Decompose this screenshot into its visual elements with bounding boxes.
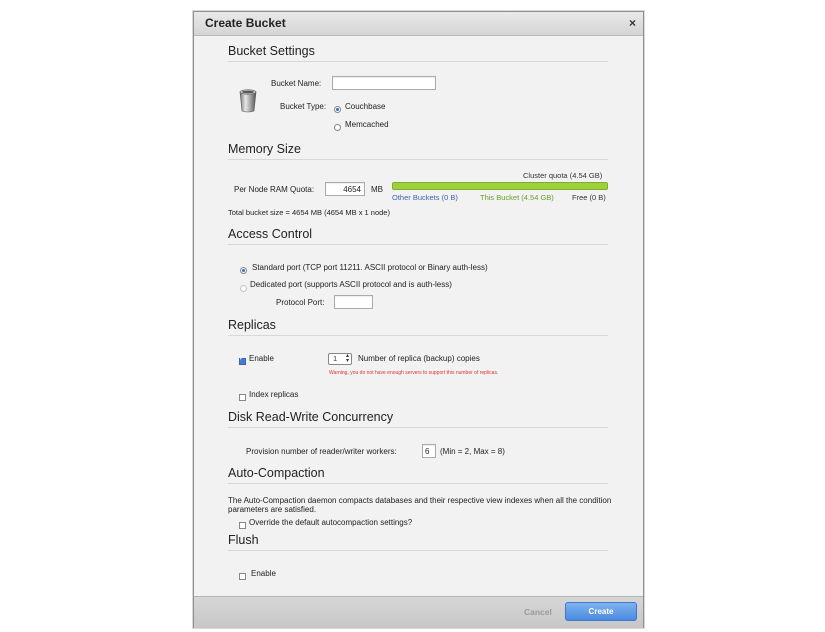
index-replicas-checkbox[interactable] — [239, 394, 246, 401]
ram-quota-input[interactable] — [325, 182, 365, 196]
create-button[interactable]: Create — [565, 602, 637, 621]
other-buckets-label: Other Buckets (0 B) — [392, 193, 458, 202]
replica-warning: Warning, you do not have enough servers … — [329, 370, 499, 376]
bucket-type-memcached-radio[interactable] — [334, 124, 341, 131]
bucket-settings-heading: Bucket Settings — [228, 44, 608, 62]
replicas-enable-label: Enable — [249, 354, 274, 363]
dialog-title: Create Bucket — [205, 16, 286, 30]
auto-compaction-heading: Auto-Compaction — [228, 466, 608, 484]
stepper-arrows-icon: ▴ ▾ — [345, 353, 349, 364]
replicas-enable-checkbox[interactable] — [239, 355, 246, 365]
dialog-footer: Cancel Create — [194, 596, 643, 628]
close-icon[interactable]: × — [629, 16, 636, 30]
free-label: Free (0 B) — [572, 193, 606, 202]
this-bucket-label: This Bucket (4.54 GB) — [480, 193, 554, 202]
total-bucket-size: Total bucket size = 4654 MB (4654 MB x 1… — [228, 208, 390, 217]
replica-count-value: 1 — [333, 354, 338, 363]
replica-count-stepper[interactable]: 1 ▴ ▾ — [328, 353, 352, 365]
bucket-type-memcached-label: Memcached — [345, 120, 389, 129]
dedicated-port-radio[interactable] — [240, 285, 247, 292]
protocol-port-input[interactable] — [334, 295, 373, 309]
override-autocompaction-checkbox[interactable] — [239, 522, 246, 529]
workers-range: (Min = 2, Max = 8) — [440, 447, 505, 456]
override-autocompaction-label: Override the default autocompaction sett… — [249, 518, 413, 527]
protocol-port-label: Protocol Port: — [276, 298, 325, 307]
this-bucket-bar-fill — [393, 183, 607, 189]
bucket-icon — [239, 89, 257, 113]
bucket-type-couchbase-label: Couchbase — [345, 102, 386, 111]
standard-port-label: Standard port (TCP port 11211. ASCII pro… — [252, 263, 488, 272]
create-bucket-dialog: Create Bucket × Bucket Settings Bucket N… — [193, 11, 644, 628]
disk-concurrency-heading: Disk Read-Write Concurrency — [228, 410, 608, 428]
bucket-type-label: Bucket Type: — [280, 102, 327, 111]
flush-heading: Flush — [228, 533, 608, 551]
access-control-heading: Access Control — [228, 227, 608, 245]
cluster-quota-label: Cluster quota (4.54 GB) — [523, 171, 603, 180]
bucket-name-input[interactable] — [332, 76, 436, 90]
flush-enable-checkbox[interactable] — [239, 573, 246, 580]
memory-quota-bar — [392, 182, 608, 190]
replicas-heading: Replicas — [228, 318, 608, 336]
bucket-type-couchbase-radio[interactable] — [334, 106, 341, 113]
workers-input[interactable] — [422, 444, 436, 458]
dialog-titlebar: Create Bucket × — [194, 12, 643, 36]
standard-port-radio[interactable] — [240, 267, 247, 274]
flush-enable-label: Enable — [251, 569, 276, 578]
bucket-name-label: Bucket Name: — [271, 79, 322, 88]
workers-label: Provision number of reader/writer worker… — [246, 447, 397, 456]
ram-quota-label: Per Node RAM Quota: — [234, 185, 315, 194]
index-replicas-label: Index replicas — [249, 390, 299, 399]
dedicated-port-label: Dedicated port (supports ASCII protocol … — [250, 280, 452, 289]
auto-compaction-description: The Auto-Compaction daemon compacts data… — [228, 496, 612, 514]
memory-size-heading: Memory Size — [228, 142, 608, 160]
ram-quota-unit: MB — [371, 185, 383, 194]
replica-count-label: Number of replica (backup) copies — [358, 354, 480, 363]
cancel-button[interactable]: Cancel — [524, 607, 552, 617]
